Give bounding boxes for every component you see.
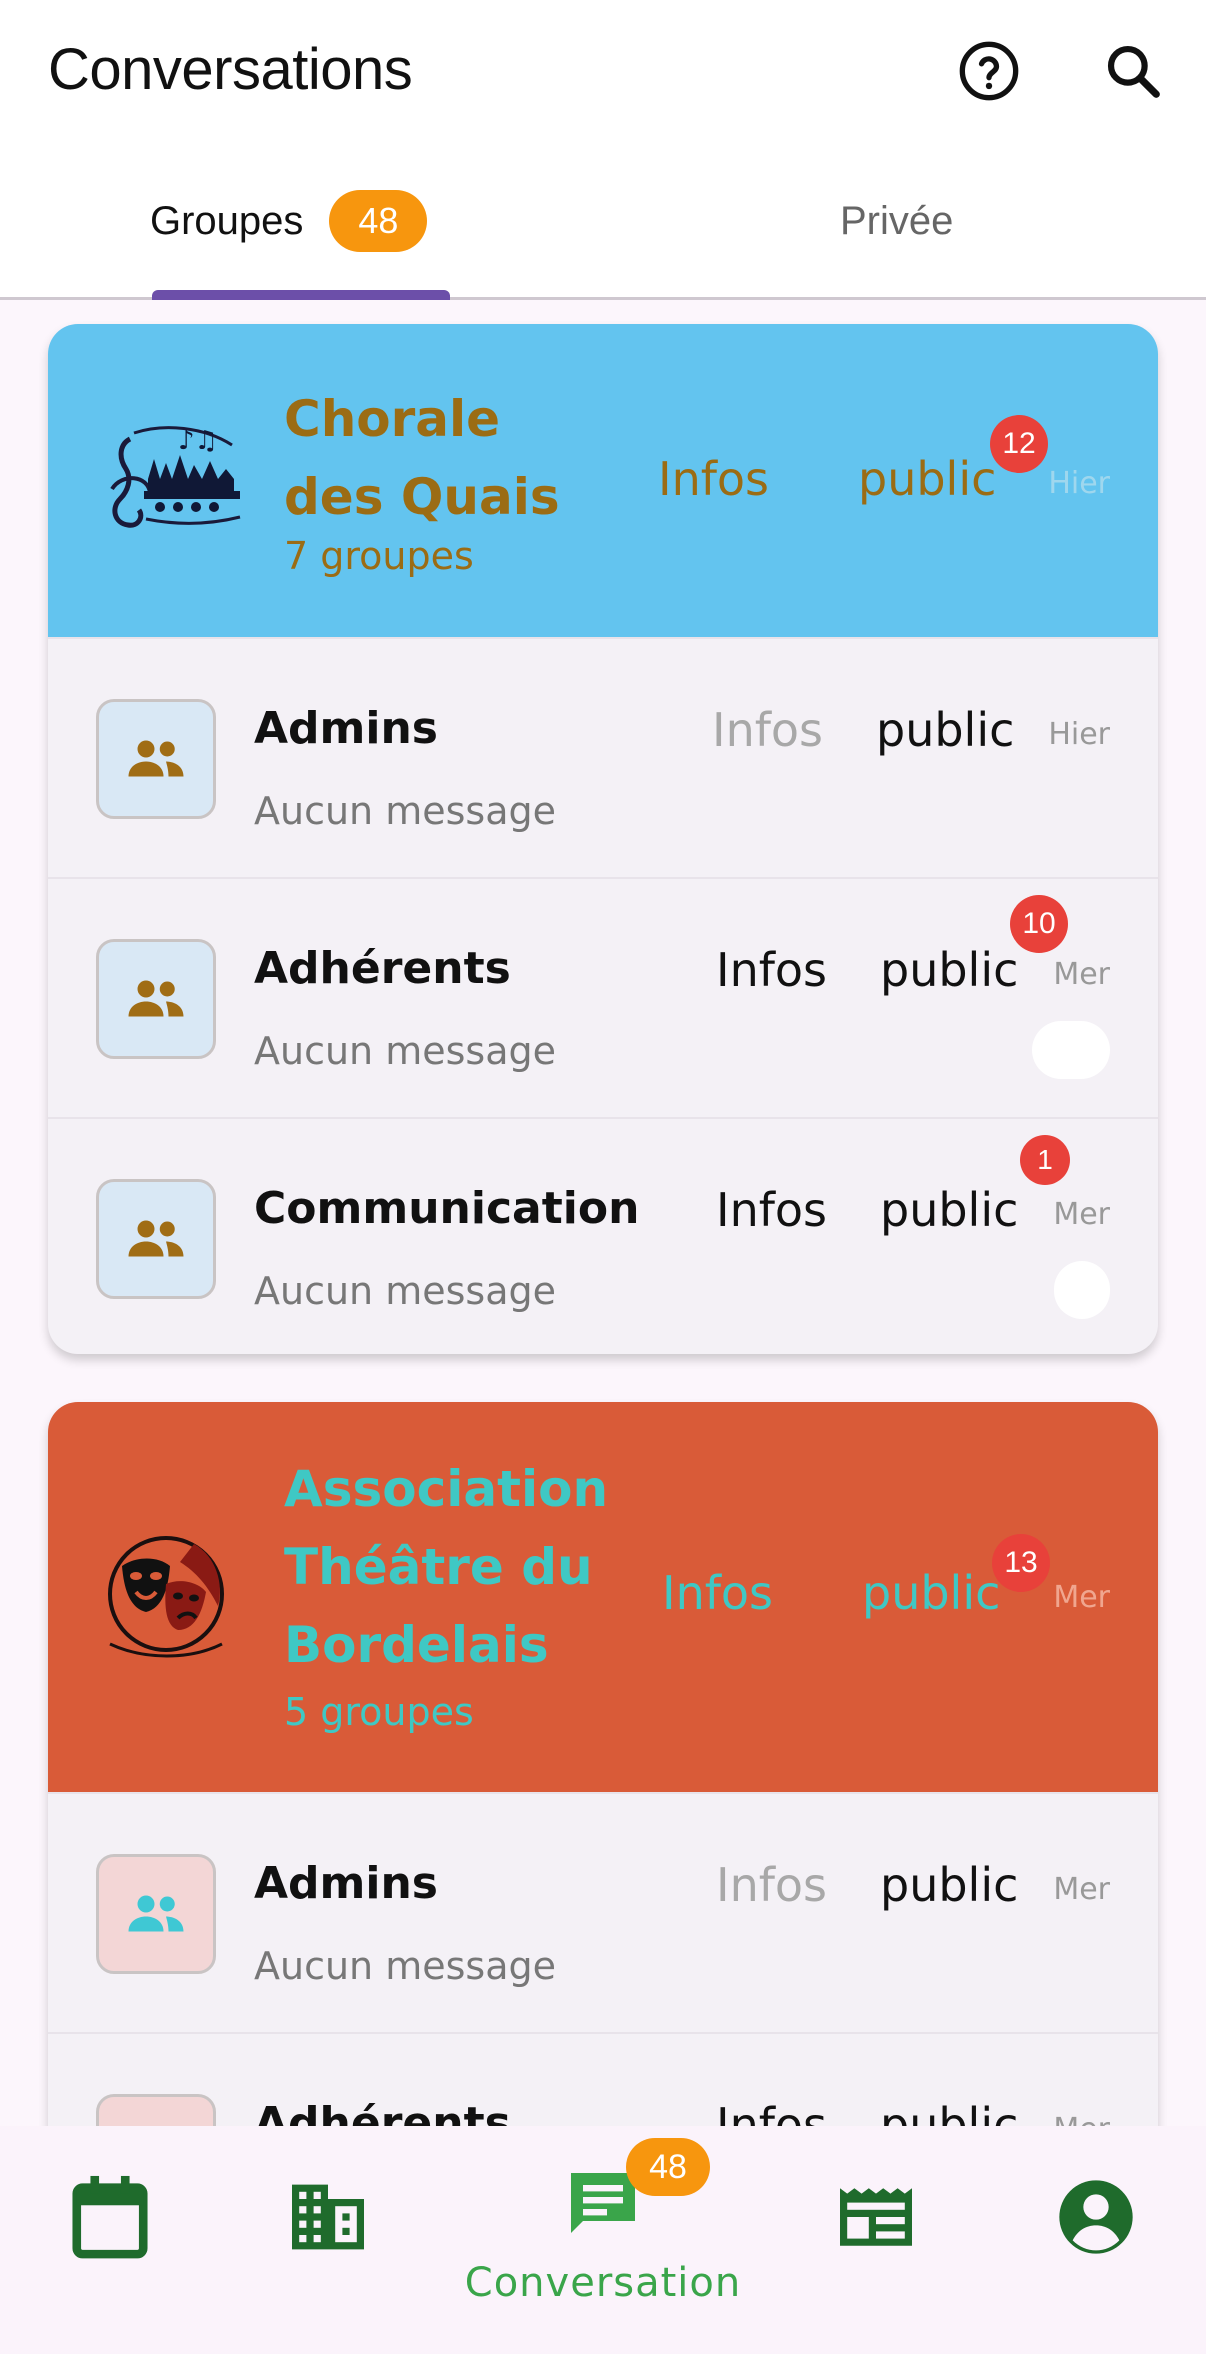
people-icon (128, 1895, 184, 1932)
unread-badge: 12 (990, 415, 1048, 473)
association-group-count: 5 groupes (284, 1690, 474, 1734)
infos-button[interactable]: Infos (716, 1858, 827, 1912)
last-message: Aucun message (254, 1029, 556, 1073)
nav-conversation[interactable]: 48 Conversation (465, 2126, 740, 2354)
nav-calendar[interactable] (0, 2126, 220, 2354)
chorale-logo-icon: ♪♫ (110, 426, 241, 528)
building-icon (283, 2172, 373, 2262)
infos-button[interactable]: Infos (712, 703, 823, 757)
association-group-count: 7 groupes (284, 534, 474, 578)
page-title: Conversations (48, 37, 413, 102)
unread-badge: 10 (1010, 895, 1068, 953)
last-message: Aucun message (254, 1944, 556, 1988)
last-activity-date: Mer (1053, 957, 1110, 992)
last-activity-date: Hier (1048, 466, 1110, 501)
nav-conversation-badge: 48 (626, 2138, 710, 2196)
group-row-communication[interactable]: Communication Aucun message Infos public… (48, 1117, 1158, 1354)
group-avatar (96, 1179, 216, 1299)
search-icon (1107, 45, 1160, 98)
visibility-label: public (880, 1183, 1019, 1237)
association-name: Association Théâtre du Bordelais (284, 1460, 609, 1674)
newspaper-icon (831, 2172, 921, 2262)
last-activity-date: Mer (1053, 1580, 1110, 1615)
people-icon (128, 740, 184, 777)
group-name: Admins (254, 1858, 438, 1909)
last-message: Aucun message (254, 789, 556, 833)
association-card-chorale: ♪♫ Chorale des Quais 7 groupes Infos pub… (48, 324, 1158, 1354)
help-button[interactable] (954, 36, 1024, 106)
chat-icon: 48 (558, 2138, 710, 2250)
search-button[interactable] (1098, 36, 1168, 106)
svg-text:♪♫: ♪♫ (178, 426, 218, 456)
group-name: Admins (254, 703, 438, 754)
association-header-theatre[interactable]: Association Théâtre du Bordelais 5 group… (48, 1402, 1158, 1792)
help-circle-icon (959, 41, 1019, 101)
group-avatar (96, 699, 216, 819)
group-avatar (96, 1854, 216, 1974)
visibility-label: public (880, 943, 1019, 997)
tab-bar: Groupes 48 Privée (0, 145, 1206, 300)
last-activity-date: Mer (1053, 1872, 1110, 1907)
nav-news[interactable] (766, 2126, 986, 2354)
visibility-label: public (862, 1566, 1001, 1620)
association-card-theatre: Association Théâtre du Bordelais 5 group… (48, 1402, 1158, 2162)
association-name: Chorale des Quais (284, 390, 560, 526)
association-header-chorale[interactable]: ♪♫ Chorale des Quais 7 groupes Infos pub… (48, 324, 1158, 637)
group-row-adherents[interactable]: Adhérents Aucun message Infos public 10 … (48, 877, 1158, 1117)
unread-badge: 13 (992, 1534, 1050, 1592)
infos-button[interactable]: Infos (658, 452, 769, 506)
tab-indicator (152, 290, 450, 300)
nav-organisations[interactable] (218, 2126, 438, 2354)
tab-groupes[interactable]: Groupes 48 (150, 145, 428, 297)
tab-privee-label: Privée (840, 198, 954, 243)
infos-button[interactable]: Infos (716, 943, 827, 997)
status-pill (1032, 1021, 1110, 1079)
group-name: Communication (254, 1183, 640, 1234)
visibility-label: public (858, 452, 997, 506)
theatre-masks-icon (108, 1536, 224, 1658)
bottom-navigation: 48 Conversation (0, 2126, 1206, 2354)
last-message: Aucun message (254, 1269, 556, 1313)
infos-button[interactable]: Infos (716, 1183, 827, 1237)
account-circle-icon (1051, 2172, 1141, 2262)
calendar-icon (65, 2172, 155, 2262)
group-name: Adhérents (254, 943, 511, 994)
nav-profile[interactable] (986, 2126, 1206, 2354)
group-row-admins[interactable]: Admins Aucun message Infos public Mer (48, 1792, 1158, 2032)
last-activity-date: Hier (1048, 717, 1110, 752)
infos-button[interactable]: Infos (662, 1566, 773, 1620)
last-activity-date: Mer (1053, 1197, 1110, 1232)
tab-groupes-badge: 48 (329, 190, 428, 252)
app-bar: Conversations (0, 0, 1206, 145)
visibility-label: public (876, 703, 1015, 757)
group-row-admins[interactable]: Admins Aucun message Infos public Hier (48, 637, 1158, 877)
unread-badge: 1 (1020, 1135, 1070, 1185)
group-avatar (96, 939, 216, 1059)
nav-conversation-label: Conversation (464, 2260, 742, 2306)
visibility-label: public (880, 1858, 1019, 1912)
status-pill (1054, 1261, 1110, 1319)
tab-privee[interactable]: Privée (840, 145, 953, 297)
people-icon (128, 1220, 184, 1257)
tab-groupes-label: Groupes (150, 198, 304, 243)
people-icon (128, 980, 184, 1017)
